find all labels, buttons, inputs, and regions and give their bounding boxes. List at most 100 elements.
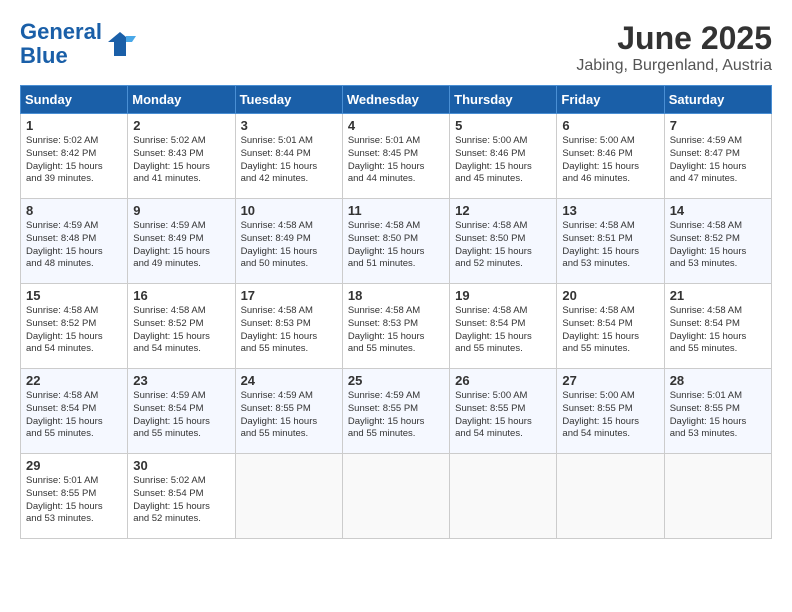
calendar-cell	[664, 454, 771, 539]
calendar-cell	[235, 454, 342, 539]
day-number: 27	[562, 373, 658, 388]
day-info: Sunrise: 4:59 AM Sunset: 8:55 PM Dayligh…	[348, 390, 444, 441]
calendar-cell: 5 Sunrise: 5:00 AM Sunset: 8:46 PM Daylig…	[450, 114, 557, 199]
day-info: Sunrise: 4:58 AM Sunset: 8:54 PM Dayligh…	[562, 305, 658, 356]
day-info: Sunrise: 4:58 AM Sunset: 8:50 PM Dayligh…	[348, 220, 444, 271]
day-number: 4	[348, 118, 444, 133]
calendar-cell: 23 Sunrise: 4:59 AM Sunset: 8:54 PM Dayli…	[128, 369, 235, 454]
calendar-cell: 19Sunrise: 4:58 AM Sunset: 8:54 PM Dayli…	[450, 284, 557, 369]
weekday-header-cell: Wednesday	[342, 86, 449, 114]
day-info: Sunrise: 4:59 AM Sunset: 8:47 PM Dayligh…	[670, 135, 766, 186]
day-info: Sunrise: 5:01 AM Sunset: 8:55 PM Dayligh…	[26, 475, 122, 526]
calendar-cell: 3Sunrise: 5:01 AM Sunset: 8:44 PM Daylig…	[235, 114, 342, 199]
day-number: 29	[26, 458, 122, 473]
day-number: 16	[133, 288, 229, 303]
day-number: 2	[133, 118, 229, 133]
day-number: 20	[562, 288, 658, 303]
calendar-cell	[342, 454, 449, 539]
day-info: Sunrise: 4:58 AM Sunset: 8:50 PM Dayligh…	[455, 220, 551, 271]
day-info: Sunrise: 4:58 AM Sunset: 8:54 PM Dayligh…	[670, 305, 766, 356]
weekday-header-row: SundayMondayTuesdayWednesdayThursdayFrid…	[21, 86, 772, 114]
day-number: 28	[670, 373, 766, 388]
day-number: 6	[562, 118, 658, 133]
header: General Blue June 2025 Jabing, Burgenlan…	[20, 20, 772, 75]
calendar-cell: 4 Sunrise: 5:01 AM Sunset: 8:45 PM Daylig…	[342, 114, 449, 199]
calendar-cell: 27 Sunrise: 5:00 AM Sunset: 8:55 PM Dayli…	[557, 369, 664, 454]
day-number: 14	[670, 203, 766, 218]
calendar-row: 15 Sunrise: 4:58 AM Sunset: 8:52 PM Dayli…	[21, 284, 772, 369]
calendar-cell: 18Sunrise: 4:58 AM Sunset: 8:53 PM Dayli…	[342, 284, 449, 369]
day-info: Sunrise: 5:01 AM Sunset: 8:44 PM Dayligh…	[241, 135, 337, 186]
calendar-cell: 29 Sunrise: 5:01 AM Sunset: 8:55 PM Dayli…	[21, 454, 128, 539]
day-number: 21	[670, 288, 766, 303]
day-number: 25	[348, 373, 444, 388]
day-info: Sunrise: 4:58 AM Sunset: 8:51 PM Dayligh…	[562, 220, 658, 271]
calendar-row: 1 Sunrise: 5:02 AM Sunset: 8:42 PM Daylig…	[21, 114, 772, 199]
day-info: Sunrise: 4:58 AM Sunset: 8:53 PM Dayligh…	[241, 305, 337, 356]
day-info: Sunrise: 5:00 AM Sunset: 8:46 PM Dayligh…	[562, 135, 658, 186]
day-number: 7	[670, 118, 766, 133]
weekday-header-cell: Sunday	[21, 86, 128, 114]
calendar-cell: 13Sunrise: 4:58 AM Sunset: 8:51 PM Dayli…	[557, 199, 664, 284]
day-info: Sunrise: 4:59 AM Sunset: 8:55 PM Dayligh…	[241, 390, 337, 441]
day-info: Sunrise: 4:58 AM Sunset: 8:52 PM Dayligh…	[670, 220, 766, 271]
weekday-header-cell: Monday	[128, 86, 235, 114]
day-number: 17	[241, 288, 337, 303]
calendar-cell: 30Sunrise: 5:02 AM Sunset: 8:54 PM Dayli…	[128, 454, 235, 539]
day-info: Sunrise: 5:00 AM Sunset: 8:46 PM Dayligh…	[455, 135, 551, 186]
calendar-cell: 28 Sunrise: 5:01 AM Sunset: 8:55 PM Dayli…	[664, 369, 771, 454]
day-info: Sunrise: 4:59 AM Sunset: 8:48 PM Dayligh…	[26, 220, 122, 271]
day-number: 19	[455, 288, 551, 303]
calendar-cell	[450, 454, 557, 539]
day-info: Sunrise: 5:01 AM Sunset: 8:45 PM Dayligh…	[348, 135, 444, 186]
day-info: Sunrise: 4:58 AM Sunset: 8:54 PM Dayligh…	[26, 390, 122, 441]
calendar-row: 29 Sunrise: 5:01 AM Sunset: 8:55 PM Dayli…	[21, 454, 772, 539]
calendar-cell: 21 Sunrise: 4:58 AM Sunset: 8:54 PM Dayli…	[664, 284, 771, 369]
weekday-header-cell: Thursday	[450, 86, 557, 114]
day-info: Sunrise: 5:02 AM Sunset: 8:42 PM Dayligh…	[26, 135, 122, 186]
logo-text: General Blue	[20, 20, 102, 68]
calendar-cell	[557, 454, 664, 539]
day-number: 23	[133, 373, 229, 388]
day-number: 11	[348, 203, 444, 218]
calendar-cell: 26Sunrise: 5:00 AM Sunset: 8:55 PM Dayli…	[450, 369, 557, 454]
day-number: 12	[455, 203, 551, 218]
day-number: 22	[26, 373, 122, 388]
month-title: June 2025	[576, 20, 772, 57]
calendar-cell: 7 Sunrise: 4:59 AM Sunset: 8:47 PM Daylig…	[664, 114, 771, 199]
day-number: 1	[26, 118, 122, 133]
calendar-cell: 12 Sunrise: 4:58 AM Sunset: 8:50 PM Dayli…	[450, 199, 557, 284]
calendar-cell: 6 Sunrise: 5:00 AM Sunset: 8:46 PM Daylig…	[557, 114, 664, 199]
calendar-cell: 25 Sunrise: 4:59 AM Sunset: 8:55 PM Dayli…	[342, 369, 449, 454]
calendar-cell: 17 Sunrise: 4:58 AM Sunset: 8:53 PM Dayli…	[235, 284, 342, 369]
day-number: 15	[26, 288, 122, 303]
day-number: 30	[133, 458, 229, 473]
day-info: Sunrise: 4:58 AM Sunset: 8:52 PM Dayligh…	[26, 305, 122, 356]
calendar-cell: 16 Sunrise: 4:58 AM Sunset: 8:52 PM Dayli…	[128, 284, 235, 369]
day-info: Sunrise: 4:59 AM Sunset: 8:49 PM Dayligh…	[133, 220, 229, 271]
calendar-cell: 22 Sunrise: 4:58 AM Sunset: 8:54 PM Dayli…	[21, 369, 128, 454]
calendar-cell: 2Sunrise: 5:02 AM Sunset: 8:43 PM Daylig…	[128, 114, 235, 199]
day-number: 9	[133, 203, 229, 218]
calendar-cell: 11 Sunrise: 4:58 AM Sunset: 8:50 PM Dayli…	[342, 199, 449, 284]
weekday-header-cell: Saturday	[664, 86, 771, 114]
day-number: 26	[455, 373, 551, 388]
calendar-cell: 20 Sunrise: 4:58 AM Sunset: 8:54 PM Dayli…	[557, 284, 664, 369]
weekday-header-cell: Friday	[557, 86, 664, 114]
location-title: Jabing, Burgenland, Austria	[576, 57, 772, 75]
day-info: Sunrise: 5:00 AM Sunset: 8:55 PM Dayligh…	[562, 390, 658, 441]
calendar-cell: 8Sunrise: 4:59 AM Sunset: 8:48 PM Daylig…	[21, 199, 128, 284]
day-info: Sunrise: 4:59 AM Sunset: 8:54 PM Dayligh…	[133, 390, 229, 441]
calendar-body: 1 Sunrise: 5:02 AM Sunset: 8:42 PM Daylig…	[21, 114, 772, 539]
day-number: 18	[348, 288, 444, 303]
day-info: Sunrise: 4:58 AM Sunset: 8:52 PM Dayligh…	[133, 305, 229, 356]
day-number: 24	[241, 373, 337, 388]
logo: General Blue	[20, 20, 136, 68]
calendar-cell: 10Sunrise: 4:58 AM Sunset: 8:49 PM Dayli…	[235, 199, 342, 284]
day-number: 5	[455, 118, 551, 133]
title-section: June 2025 Jabing, Burgenland, Austria	[576, 20, 772, 75]
logo-icon	[104, 28, 136, 60]
day-info: Sunrise: 5:01 AM Sunset: 8:55 PM Dayligh…	[670, 390, 766, 441]
calendar-cell: 24 Sunrise: 4:59 AM Sunset: 8:55 PM Dayli…	[235, 369, 342, 454]
calendar-cell: 15 Sunrise: 4:58 AM Sunset: 8:52 PM Dayli…	[21, 284, 128, 369]
